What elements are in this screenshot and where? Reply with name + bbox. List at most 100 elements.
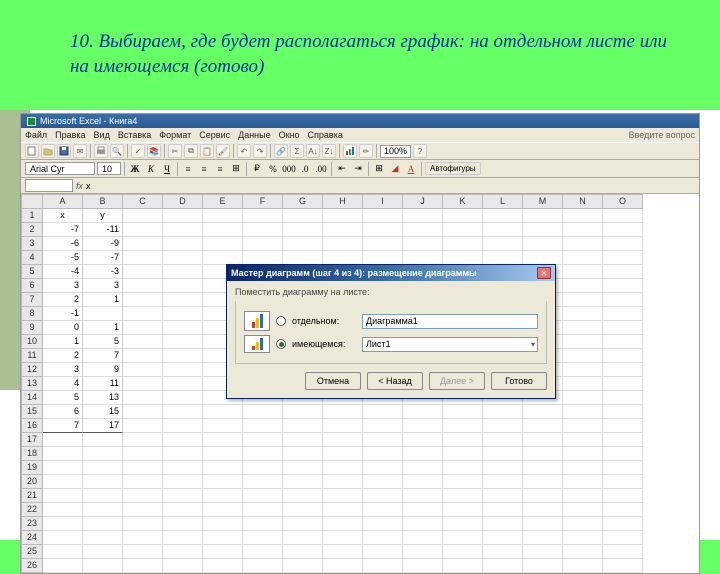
cell[interactable]: [523, 461, 563, 475]
cell[interactable]: [363, 559, 403, 573]
cell[interactable]: [443, 405, 483, 419]
cell[interactable]: [323, 419, 363, 433]
cell[interactable]: [403, 237, 443, 251]
row-header[interactable]: 1: [21, 209, 43, 223]
permission-icon[interactable]: ✉: [73, 144, 87, 158]
cell[interactable]: [603, 391, 643, 405]
row-header[interactable]: 4: [21, 251, 43, 265]
column-header[interactable]: H: [323, 194, 363, 209]
row-header[interactable]: 19: [21, 461, 43, 475]
cell[interactable]: [243, 461, 283, 475]
cell[interactable]: [523, 419, 563, 433]
font-size-selector[interactable]: 10: [97, 162, 121, 175]
cell[interactable]: [243, 237, 283, 251]
cell[interactable]: [403, 559, 443, 573]
undo-icon[interactable]: ↶: [237, 144, 251, 158]
cell[interactable]: [123, 475, 163, 489]
cell[interactable]: 4: [43, 377, 83, 391]
cell[interactable]: [603, 475, 643, 489]
cell[interactable]: [563, 349, 603, 363]
cell[interactable]: [123, 391, 163, 405]
cell[interactable]: [523, 517, 563, 531]
cell[interactable]: x: [43, 209, 83, 223]
cell[interactable]: [323, 223, 363, 237]
cell[interactable]: -3: [83, 265, 123, 279]
cell[interactable]: [243, 517, 283, 531]
cell[interactable]: [563, 209, 603, 223]
bold-button[interactable]: Ж: [128, 162, 142, 176]
menu-item[interactable]: Окно: [279, 130, 300, 140]
cell[interactable]: [603, 307, 643, 321]
cell[interactable]: [323, 209, 363, 223]
cell[interactable]: [523, 503, 563, 517]
cell[interactable]: [523, 433, 563, 447]
cell[interactable]: [163, 517, 203, 531]
borders-icon[interactable]: ⊞: [372, 162, 386, 176]
cell[interactable]: [123, 279, 163, 293]
cell[interactable]: [603, 419, 643, 433]
row-header[interactable]: 5: [21, 265, 43, 279]
cell[interactable]: [43, 447, 83, 461]
cell[interactable]: [403, 405, 443, 419]
cell[interactable]: [603, 223, 643, 237]
cell[interactable]: [403, 531, 443, 545]
cell[interactable]: [403, 251, 443, 265]
cell[interactable]: [163, 559, 203, 573]
row-header[interactable]: 26: [21, 559, 43, 573]
cell[interactable]: [123, 461, 163, 475]
cell[interactable]: 1: [83, 293, 123, 307]
cell[interactable]: [483, 447, 523, 461]
cell[interactable]: 3: [43, 363, 83, 377]
cell[interactable]: [523, 237, 563, 251]
row-header[interactable]: 10: [21, 335, 43, 349]
cell[interactable]: [123, 559, 163, 573]
select-all-corner[interactable]: [21, 194, 43, 209]
cell[interactable]: [403, 419, 443, 433]
cell[interactable]: [443, 545, 483, 559]
cell[interactable]: [123, 405, 163, 419]
radio-separate[interactable]: [276, 316, 286, 326]
cell[interactable]: 5: [83, 335, 123, 349]
row-header[interactable]: 9: [21, 321, 43, 335]
cell[interactable]: [123, 377, 163, 391]
close-icon[interactable]: ✕: [537, 267, 551, 279]
cell[interactable]: [443, 237, 483, 251]
cell[interactable]: [363, 545, 403, 559]
cell[interactable]: [283, 447, 323, 461]
cell[interactable]: 2: [43, 349, 83, 363]
cell[interactable]: [603, 335, 643, 349]
column-header[interactable]: K: [443, 194, 483, 209]
cell[interactable]: [123, 209, 163, 223]
column-header[interactable]: L: [483, 194, 523, 209]
cell[interactable]: [283, 405, 323, 419]
merge-icon[interactable]: ⊞: [229, 162, 243, 176]
cell[interactable]: [243, 475, 283, 489]
cell[interactable]: [123, 321, 163, 335]
cell[interactable]: [163, 279, 203, 293]
cell[interactable]: [163, 321, 203, 335]
cell[interactable]: [163, 405, 203, 419]
cell[interactable]: [163, 433, 203, 447]
row-header[interactable]: 20: [21, 475, 43, 489]
cell[interactable]: [563, 489, 603, 503]
cell[interactable]: [563, 475, 603, 489]
currency-icon[interactable]: ₽: [250, 162, 264, 176]
inc-decimal-icon[interactable]: .0: [298, 162, 312, 176]
cell[interactable]: [563, 531, 603, 545]
percent-icon[interactable]: %: [266, 162, 280, 176]
column-header[interactable]: J: [403, 194, 443, 209]
cell[interactable]: 15: [83, 405, 123, 419]
cell[interactable]: [323, 531, 363, 545]
cell[interactable]: [403, 545, 443, 559]
copy-icon[interactable]: ⧉: [184, 144, 198, 158]
row-header[interactable]: 23: [21, 517, 43, 531]
cell[interactable]: [203, 531, 243, 545]
open-icon[interactable]: [41, 144, 55, 158]
cell[interactable]: 7: [43, 419, 83, 433]
cell[interactable]: [603, 517, 643, 531]
cell[interactable]: [563, 265, 603, 279]
comma-icon[interactable]: 000: [282, 162, 296, 176]
cell[interactable]: [83, 531, 123, 545]
cell[interactable]: [83, 503, 123, 517]
preview-icon[interactable]: 🔍: [110, 144, 124, 158]
